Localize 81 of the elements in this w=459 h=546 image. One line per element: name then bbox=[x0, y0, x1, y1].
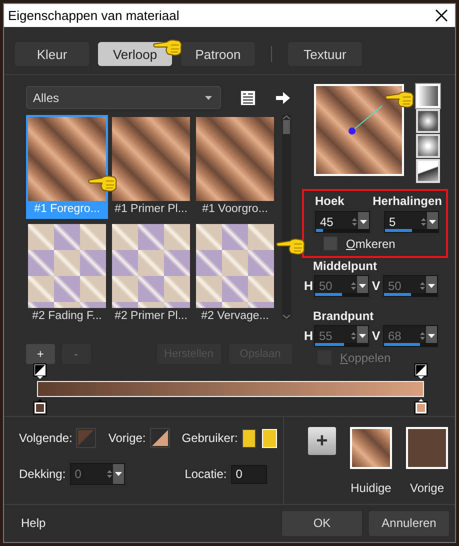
field-label: Locatie: bbox=[184, 467, 227, 481]
color-swatch[interactable] bbox=[76, 428, 96, 448]
stepper-arrows-icon bbox=[351, 216, 358, 228]
field-label: Hoek bbox=[315, 194, 344, 208]
gradient-name: #2 Fading F... bbox=[31, 309, 103, 324]
color-stop-icon[interactable] bbox=[414, 399, 428, 415]
field-label: Vorige: bbox=[108, 431, 146, 445]
gradient-name: #2 Primer Pl... bbox=[114, 309, 188, 324]
caret-icon bbox=[359, 284, 366, 288]
current-gradient-swatch bbox=[350, 427, 392, 469]
cancel-button[interactable]: Annuleren bbox=[369, 510, 449, 536]
checkbox-label: Koppelen bbox=[340, 350, 391, 364]
gradient-name: #2 Vervage... bbox=[200, 309, 270, 324]
opacity-stop-icon bbox=[414, 363, 428, 379]
pointing-hand-icon bbox=[276, 236, 306, 256]
tab[interactable]: Textuur bbox=[288, 42, 362, 66]
triangle-icon bbox=[150, 429, 169, 447]
axis-label: H bbox=[304, 279, 314, 293]
stepper-arrows-icon bbox=[420, 216, 427, 228]
field-label: Volgende: bbox=[19, 431, 72, 445]
triangle-icon bbox=[77, 429, 96, 447]
tab[interactable]: Patroon bbox=[181, 42, 255, 66]
gradient-item[interactable]: #2 Fading F... bbox=[26, 222, 108, 326]
color-swatch[interactable] bbox=[150, 428, 170, 448]
chevron-down-icon bbox=[282, 314, 291, 319]
field-label: Gebruiker: bbox=[182, 431, 238, 445]
gradient-item[interactable]: #2 Primer Pl... bbox=[110, 222, 192, 326]
stepper-arrows-icon bbox=[106, 468, 113, 480]
gradient-preview[interactable] bbox=[314, 84, 404, 176]
color-swatch[interactable] bbox=[242, 428, 256, 448]
caret-icon bbox=[428, 284, 435, 288]
swatch-label: Huidige bbox=[350, 481, 392, 495]
stepper-arrows-icon bbox=[419, 330, 426, 342]
close-icon bbox=[435, 8, 448, 22]
gradient-name: #1 Foregro... bbox=[28, 201, 106, 217]
tab[interactable]: Kleur bbox=[15, 42, 89, 66]
gradient-style-button[interactable] bbox=[416, 134, 440, 158]
axis-label: V bbox=[370, 329, 382, 343]
stepper-arrows-icon bbox=[350, 280, 357, 292]
checkbox[interactable] bbox=[323, 236, 338, 251]
caret-icon bbox=[359, 334, 366, 338]
gradient-name: #1 Primer Pl... bbox=[114, 202, 188, 217]
gradient-style-button[interactable] bbox=[416, 109, 440, 133]
number-field[interactable]: 5 bbox=[384, 211, 439, 233]
field-label: Herhalingen bbox=[372, 194, 442, 208]
color-stop-icon[interactable] bbox=[33, 399, 47, 415]
scroll-thumb[interactable] bbox=[283, 120, 290, 134]
checkbox-label: Omkeren bbox=[346, 236, 396, 250]
section-label: Middelpunt bbox=[312, 259, 378, 273]
caret-icon bbox=[428, 334, 435, 338]
gradient-item[interactable]: #1 Primer Pl... bbox=[110, 115, 192, 219]
opacity-stop-icon bbox=[33, 363, 47, 379]
window-title: Eigenschappen van materiaal bbox=[8, 8, 180, 22]
stop-button[interactable]: + bbox=[26, 344, 55, 364]
axis-label: H bbox=[304, 329, 314, 343]
caret-icon bbox=[205, 96, 212, 100]
number-field[interactable]: 45 bbox=[315, 211, 370, 233]
axis-label: V bbox=[370, 279, 382, 293]
field-label: Dekking: bbox=[19, 467, 66, 481]
help-link[interactable]: Help bbox=[21, 516, 275, 530]
arrow-right-icon[interactable] bbox=[276, 92, 290, 104]
ok-button[interactable]: OK bbox=[282, 510, 362, 536]
category-dropdown[interactable]: Alles bbox=[26, 86, 221, 109]
stepper-arrows-icon bbox=[350, 330, 357, 342]
pointing-hand-icon bbox=[88, 173, 118, 193]
caret-icon bbox=[360, 220, 367, 224]
gradient-style-button[interactable] bbox=[416, 159, 440, 183]
swatch-label: Vorige bbox=[410, 481, 444, 495]
stepper-arrows-icon bbox=[419, 280, 426, 292]
gradient-item[interactable]: #2 Vervage... bbox=[194, 222, 276, 326]
add-button[interactable]: + bbox=[308, 427, 336, 455]
caret-icon bbox=[114, 472, 122, 476]
gradient-item[interactable]: #1 Voorgro... bbox=[194, 115, 276, 219]
chevron-up-icon bbox=[282, 115, 291, 120]
pointing-hand-icon bbox=[385, 89, 415, 109]
caret-icon bbox=[429, 220, 436, 224]
list-view-icon[interactable] bbox=[240, 90, 256, 106]
number-field[interactable]: 0 bbox=[230, 464, 267, 484]
tab[interactable]: Verloop bbox=[98, 42, 172, 66]
gradient-name: #1 Voorgro... bbox=[201, 202, 269, 217]
section-label: Brandpunt bbox=[312, 309, 375, 323]
